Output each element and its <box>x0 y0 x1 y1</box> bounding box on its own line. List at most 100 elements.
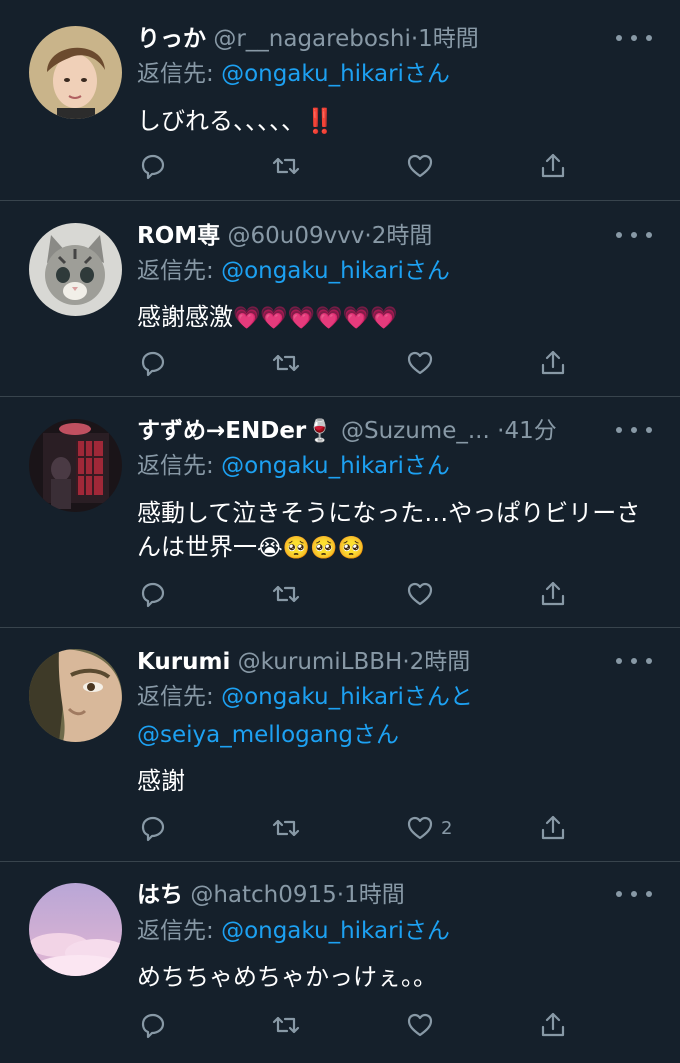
heart-outline-icon <box>407 154 433 178</box>
reply-button[interactable] <box>137 347 167 379</box>
mention-link[interactable]: @ongaku_hikari <box>221 918 404 944</box>
reply-button[interactable] <box>137 1009 167 1041</box>
like-button[interactable] <box>405 347 441 379</box>
share-button[interactable] <box>538 1009 568 1041</box>
user-handle[interactable]: @Suzume_... <box>341 418 490 444</box>
tweet-text: 感謝 <box>137 764 650 798</box>
heart-emojis: 💗💗💗💗💗💗 <box>233 306 398 331</box>
display-name[interactable]: Kurumi <box>137 649 230 675</box>
avatar-photo-man <box>29 26 122 119</box>
retweet-button[interactable] <box>271 150 301 182</box>
mention-link[interactable]: @ongaku_hikari <box>221 258 404 284</box>
reply-prefix: 返信先: <box>137 684 222 710</box>
like-button[interactable] <box>405 150 441 182</box>
action-bar <box>137 578 577 610</box>
tweet-body: 感動して泣きそうになった…やっぱりビリーさんは世界一 <box>137 499 641 561</box>
tweet[interactable]: はち @hatch0915·1時間 返信先: @ongaku_hikariさん … <box>0 862 680 1063</box>
timestamp[interactable]: 41分 <box>504 418 556 444</box>
more-options-icon[interactable] <box>616 28 652 48</box>
share-button[interactable] <box>538 578 568 610</box>
more-options-icon[interactable] <box>616 420 652 440</box>
heart-outline-icon <box>407 816 433 840</box>
mention-link[interactable]: @seiya_mellogang <box>137 722 353 748</box>
replying-to: 返信先: @ongaku_hikariさん <box>137 450 450 482</box>
action-bar: 2 <box>137 812 577 844</box>
tweet[interactable]: Kurumi @kurumiLBBH·2時間 返信先: @ongaku_hika… <box>0 628 680 862</box>
more-options-icon[interactable] <box>616 225 652 245</box>
reply-prefix: 返信先: <box>137 453 222 479</box>
like-count: 2 <box>441 817 453 839</box>
retweet-button[interactable] <box>271 347 301 379</box>
heart-outline-icon <box>407 351 433 375</box>
like-button[interactable] <box>405 578 441 610</box>
tweet-header: はち @hatch0915·1時間 <box>137 880 600 910</box>
more-options-icon[interactable] <box>616 884 652 904</box>
replying-to-continued: @seiya_mellogangさん <box>137 719 399 751</box>
user-handle[interactable]: @kurumiLBBH <box>238 649 403 675</box>
display-name[interactable]: りっか <box>137 26 206 52</box>
avatar[interactable] <box>29 26 122 119</box>
retweet-arrows-icon <box>272 1016 300 1034</box>
like-button[interactable] <box>405 1009 441 1041</box>
separator: · <box>336 882 345 908</box>
share-button[interactable] <box>538 812 568 844</box>
retweet-button[interactable] <box>271 812 301 844</box>
user-handle[interactable]: @r__nagareboshi <box>213 26 411 52</box>
mention-suffix[interactable]: さん <box>404 258 450 284</box>
timestamp[interactable]: 1時間 <box>418 26 479 52</box>
replying-to: 返信先: @ongaku_hikariさん <box>137 255 450 287</box>
timestamp[interactable]: 2時間 <box>372 223 433 249</box>
avatar[interactable] <box>29 883 122 976</box>
share-button[interactable] <box>538 150 568 182</box>
avatar[interactable] <box>29 419 122 512</box>
share-upload-icon <box>541 815 565 840</box>
avatar-photo-dark-window <box>29 419 122 512</box>
separator: · <box>402 649 410 675</box>
reply-button[interactable] <box>137 812 167 844</box>
share-upload-icon <box>541 153 565 178</box>
action-bar <box>137 150 577 182</box>
speech-bubble-icon <box>141 1013 165 1039</box>
user-handle[interactable]: @60u09vvv <box>227 223 364 249</box>
retweet-button[interactable] <box>271 578 301 610</box>
reply-button[interactable] <box>137 578 167 610</box>
mention-suffix[interactable]: さん <box>353 722 399 748</box>
avatar[interactable] <box>29 649 122 742</box>
retweet-arrows-icon <box>272 819 300 837</box>
tweet[interactable]: ROM専 @60u09vvv·2時間 返信先: @ongaku_hikariさん… <box>0 201 680 397</box>
mention-link[interactable]: @ongaku_hikari <box>221 684 404 710</box>
tweet[interactable]: りっか @r__nagareboshi·1時間 返信先: @ongaku_hik… <box>0 0 680 201</box>
reply-button[interactable] <box>137 150 167 182</box>
action-bar <box>137 1009 577 1041</box>
tweet-text: しびれる、、、、、‼️ <box>137 104 650 138</box>
tweet-body: 感謝感激 <box>137 303 233 331</box>
tweet-header: すずめ→ENDer🍷 @Suzume_... ·41分 <box>137 416 600 446</box>
tweet-body: しびれる、、、、、 <box>137 107 305 135</box>
like-button[interactable]: 2 <box>405 812 452 844</box>
replying-to: 返信先: @ongaku_hikariさん <box>137 915 450 947</box>
crying-pleading-emojis: 😭🥺🥺🥺 <box>257 536 365 561</box>
mention-link[interactable]: @ongaku_hikari <box>221 61 404 87</box>
avatar[interactable] <box>29 223 122 316</box>
share-button[interactable] <box>538 347 568 379</box>
timestamp[interactable]: 2時間 <box>410 649 471 675</box>
reply-feed: りっか @r__nagareboshi·1時間 返信先: @ongaku_hik… <box>0 0 680 1063</box>
heart-outline-icon <box>407 1013 433 1037</box>
wine-glass-emoji: 🍷 <box>306 419 334 444</box>
display-name[interactable]: ROM専 <box>137 223 220 249</box>
mention-suffix[interactable]: さん <box>404 918 450 944</box>
more-options-icon[interactable] <box>616 651 652 671</box>
retweet-button[interactable] <box>271 1009 301 1041</box>
replying-to: 返信先: @ongaku_hikariさん <box>137 58 450 90</box>
display-name[interactable]: はち <box>137 882 183 908</box>
heart-outline-icon <box>407 582 433 606</box>
mention-suffix[interactable]: さん <box>404 61 450 87</box>
replying-to: 返信先: @ongaku_hikariさんと <box>137 681 473 713</box>
tweet[interactable]: すずめ→ENDer🍷 @Suzume_... ·41分 返信先: @ongaku… <box>0 397 680 628</box>
mention-suffix[interactable]: さんと <box>404 684 473 710</box>
display-name[interactable]: すずめ→ENDer <box>137 418 306 444</box>
mention-link[interactable]: @ongaku_hikari <box>221 453 404 479</box>
user-handle[interactable]: @hatch0915 <box>190 882 336 908</box>
mention-suffix[interactable]: さん <box>404 453 450 479</box>
timestamp[interactable]: 1時間 <box>344 882 405 908</box>
